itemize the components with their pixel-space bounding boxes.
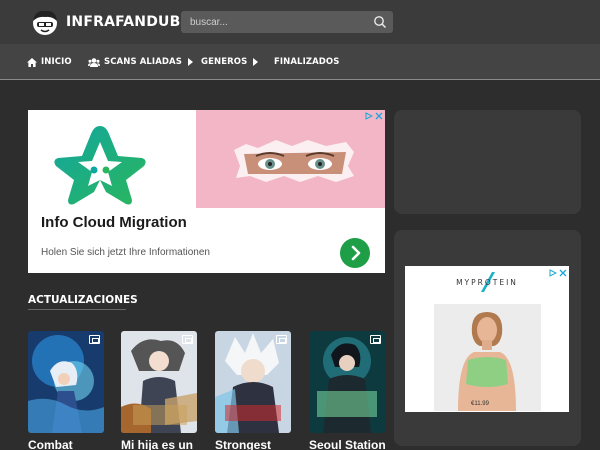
chapter-type-icon xyxy=(89,335,100,344)
close-icon xyxy=(375,112,383,120)
section-divider xyxy=(28,309,126,310)
logo-text: INFRAFANDUB xyxy=(66,14,181,30)
users-icon xyxy=(88,57,100,67)
close-icon xyxy=(559,269,567,277)
manga-card-cover[interactable] xyxy=(121,331,197,433)
ad-brand: MYPROTEIN xyxy=(456,278,518,287)
section-title-updates: ACTUALIZACIONES xyxy=(28,294,138,306)
nav-label: GENEROS xyxy=(201,57,248,67)
cover-image xyxy=(215,331,291,433)
caret-right-icon xyxy=(253,58,259,66)
chapter-type-icon xyxy=(370,335,381,344)
torn-paper-eyes-image xyxy=(196,110,385,208)
chapter-type-icon xyxy=(182,335,193,344)
nav-label: INICIO xyxy=(41,57,72,67)
adchoices-icon xyxy=(549,269,557,277)
search-icon[interactable] xyxy=(373,15,387,29)
model-image xyxy=(434,304,541,411)
cover-image xyxy=(28,331,104,433)
ad-subtitle: Holen Sie sich jetzt Ihre Informationen xyxy=(41,247,210,258)
manga-card-cover[interactable] xyxy=(28,331,104,433)
nav-item-scans-aliadas[interactable]: SCANS ALIADAS xyxy=(88,44,193,80)
home-icon xyxy=(27,57,37,67)
sidebar-ad[interactable]: MYPROTEIN €11.99 xyxy=(405,266,569,412)
manga-title[interactable]: Strongest xyxy=(215,438,271,450)
cover-image xyxy=(121,331,197,433)
ad-go-button[interactable] xyxy=(340,238,370,268)
logo-mascot-icon xyxy=(33,10,57,35)
nav-item-inicio[interactable]: INICIO xyxy=(27,44,72,80)
adchoices-icon xyxy=(365,112,373,120)
ad-banner[interactable]: Info Cloud Migration Holen Sie sich jetz… xyxy=(28,110,385,273)
manga-title[interactable]: Seoul Station xyxy=(309,438,386,450)
manga-card-cover[interactable] xyxy=(215,331,291,433)
nav-item-generos[interactable]: GENEROS xyxy=(201,44,259,80)
chapter-type-icon xyxy=(276,335,287,344)
ad-photo xyxy=(196,110,385,208)
manga-card-cover[interactable] xyxy=(309,331,385,433)
chevron-right-icon xyxy=(351,245,361,261)
main-nav: INICIO SCANS ALIADAS GENEROS FINALIZADOS xyxy=(0,44,600,80)
nav-label: FINALIZADOS xyxy=(274,57,340,67)
search-input[interactable] xyxy=(181,11,369,33)
site-header: INFRAFANDUB xyxy=(0,0,600,44)
caret-right-icon xyxy=(187,58,193,66)
cover-image xyxy=(309,331,385,433)
ad-product-photo xyxy=(434,304,541,411)
nav-item-finalizados[interactable]: FINALIZADOS xyxy=(274,44,340,80)
ad-choices[interactable] xyxy=(547,268,567,278)
manga-title[interactable]: Combat xyxy=(28,438,73,450)
star-logo-icon xyxy=(54,126,146,205)
sidebar-panel-top xyxy=(394,110,581,214)
manga-title[interactable]: Mi hija es un xyxy=(121,438,193,450)
site-logo[interactable]: INFRAFANDUB xyxy=(30,8,180,36)
ad-price: €11.99 xyxy=(471,401,489,407)
search-box xyxy=(181,11,393,33)
ad-choices[interactable] xyxy=(363,111,383,121)
nav-label: SCANS ALIADAS xyxy=(104,57,182,67)
ad-title[interactable]: Info Cloud Migration xyxy=(41,214,187,231)
